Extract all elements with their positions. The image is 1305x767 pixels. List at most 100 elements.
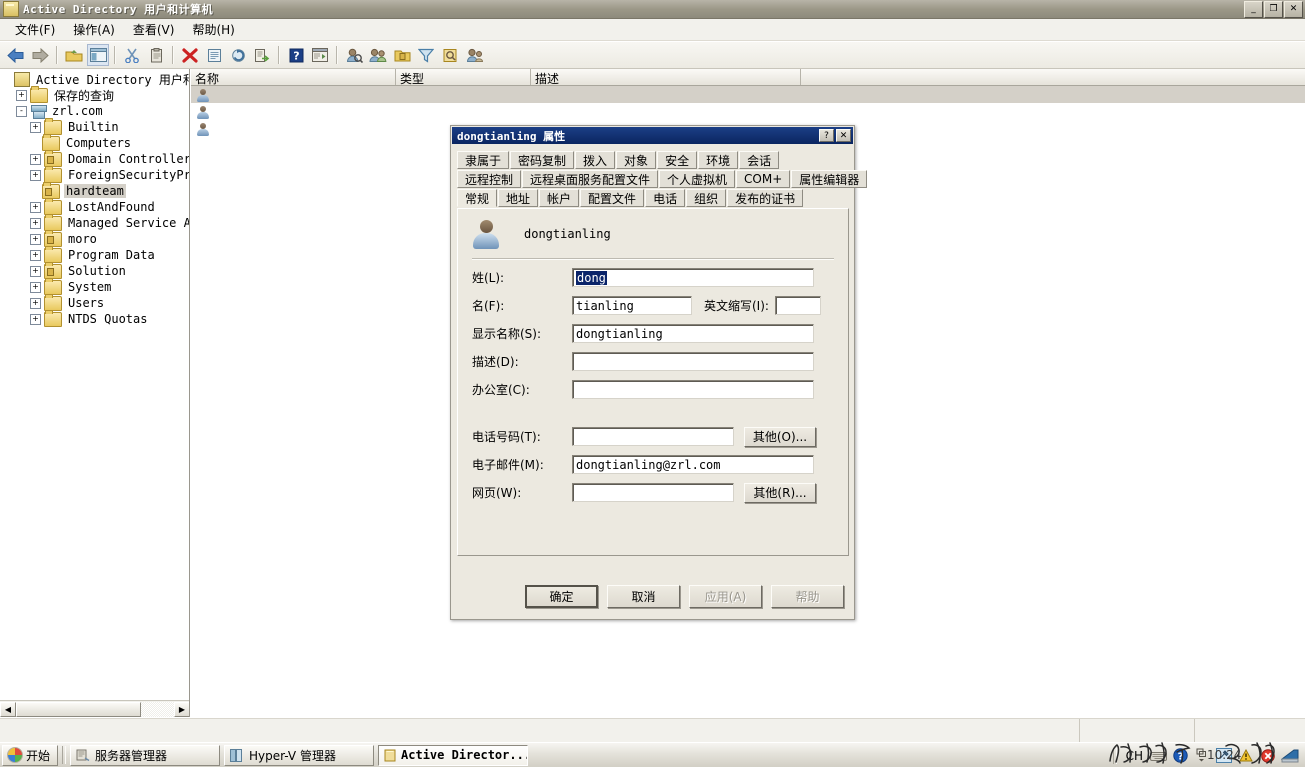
forward-icon[interactable] xyxy=(29,44,51,66)
new-ou-icon[interactable] xyxy=(391,44,413,66)
expand-icon[interactable]: + xyxy=(16,89,27,101)
expand-icon[interactable]: + xyxy=(30,233,41,245)
collapse-icon[interactable]: - xyxy=(16,105,27,117)
tree-node[interactable]: Computers xyxy=(2,133,189,151)
tree-node[interactable]: + LostAndFound xyxy=(2,197,189,215)
expand-icon[interactable]: + xyxy=(30,217,41,229)
tree-node[interactable]: + ForeignSecurityPrincipals xyxy=(2,165,189,183)
tab-rds-profile[interactable]: 远程桌面服务配置文件 xyxy=(522,170,659,188)
telephone-other-button[interactable]: 其他(O)... xyxy=(744,426,816,447)
column-name[interactable]: 名称 xyxy=(191,69,396,85)
export-list-icon[interactable] xyxy=(251,44,273,66)
expand-icon[interactable]: + xyxy=(30,201,41,213)
warning-icon[interactable] xyxy=(1237,747,1255,765)
menu-view[interactable]: 查看(V) xyxy=(124,19,184,40)
refresh-icon[interactable] xyxy=(227,44,249,66)
tree-node[interactable]: hardteam xyxy=(2,181,189,199)
tab-remote-control[interactable]: 远程控制 xyxy=(457,170,522,188)
scroll-left-button[interactable]: ◀ xyxy=(0,701,16,717)
expand-icon[interactable]: + xyxy=(30,281,41,293)
show-hidden-icons-icon[interactable] xyxy=(1193,747,1211,765)
column-description[interactable]: 描述 xyxy=(531,69,801,85)
menu-help[interactable]: 帮助(H) xyxy=(183,19,243,40)
expand-icon[interactable]: + xyxy=(30,249,41,261)
copy-icon[interactable] xyxy=(145,44,167,66)
tab-security[interactable]: 安全 xyxy=(657,151,698,169)
tree-node[interactable]: + 保存的查询 xyxy=(2,85,189,103)
tree-node[interactable]: + NTDS Quotas xyxy=(2,309,189,327)
last-name-input[interactable]: dong xyxy=(572,268,814,287)
tab-attribute-editor[interactable]: 属性编辑器 xyxy=(791,170,868,188)
first-name-input[interactable]: tianling xyxy=(572,296,692,315)
tree-node[interactable]: + Managed Service Accounts xyxy=(2,213,189,231)
table-row[interactable] xyxy=(191,86,1305,103)
expand-icon[interactable]: + xyxy=(30,169,41,181)
tree-node[interactable]: + Builtin xyxy=(2,117,189,135)
help-icon[interactable]: ? xyxy=(1171,747,1189,765)
tree-node[interactable]: + System xyxy=(2,277,189,295)
restore-button[interactable]: ❐ xyxy=(1264,1,1283,18)
action-center-icon[interactable] xyxy=(1281,747,1299,765)
tree-node[interactable]: + Domain Controllers xyxy=(2,149,189,167)
tab-organization[interactable]: 组织 xyxy=(686,189,727,207)
tab-published-certificates[interactable]: 发布的证书 xyxy=(727,189,804,207)
tab-sessions[interactable]: 会话 xyxy=(739,151,780,169)
tab-personal-vm[interactable]: 个人虚拟机 xyxy=(659,170,736,188)
network-config-icon[interactable] xyxy=(1215,747,1233,765)
tree-horizontal-scrollbar[interactable]: ◀ ▶ xyxy=(0,700,189,717)
up-folder-icon[interactable] xyxy=(63,44,85,66)
tab-telephones[interactable]: 电话 xyxy=(645,189,686,207)
web-page-input[interactable] xyxy=(572,483,734,502)
tree-node[interactable]: - zrl.com xyxy=(2,103,189,119)
help-icon[interactable]: ? xyxy=(285,44,307,66)
tree-node[interactable]: + Program Data xyxy=(2,245,189,263)
saved-query-icon[interactable] xyxy=(439,44,461,66)
tree-node[interactable]: + moro xyxy=(2,229,189,247)
expand-icon[interactable]: + xyxy=(30,153,41,165)
tab-account[interactable]: 帐户 xyxy=(539,189,580,207)
tab-profile[interactable]: 配置文件 xyxy=(580,189,645,207)
ime-indicator[interactable]: CH xyxy=(1122,749,1147,763)
ok-button[interactable]: 确定 xyxy=(525,584,598,608)
table-row[interactable] xyxy=(191,103,1305,120)
scroll-thumb[interactable] xyxy=(16,701,141,717)
display-name-input[interactable]: dongtianling xyxy=(572,324,814,343)
tree-node[interactable]: + Users xyxy=(2,293,189,311)
expand-icon[interactable]: + xyxy=(30,313,41,325)
manage-users-icon[interactable] xyxy=(463,44,485,66)
minimize-button[interactable]: _ xyxy=(1244,1,1263,18)
taskbar-item-hyperv-manager[interactable]: Hyper-V 管理器 xyxy=(224,744,375,766)
close-button[interactable]: ✕ xyxy=(1284,1,1303,18)
tab-environment[interactable]: 环境 xyxy=(698,151,739,169)
new-group-icon[interactable] xyxy=(367,44,389,66)
tab-address[interactable]: 地址 xyxy=(498,189,539,207)
console-icon[interactable] xyxy=(309,44,331,66)
tab-object[interactable]: 对象 xyxy=(616,151,657,169)
expand-icon[interactable]: + xyxy=(30,121,41,133)
expand-icon[interactable]: + xyxy=(30,265,41,277)
tree-node[interactable]: Active Directory 用户和计算机 xyxy=(2,71,189,87)
description-input[interactable] xyxy=(572,352,814,371)
error-icon[interactable] xyxy=(1259,747,1277,765)
cancel-button[interactable]: 取消 xyxy=(607,584,680,608)
menu-action[interactable]: 操作(A) xyxy=(64,19,124,40)
telephone-input[interactable] xyxy=(572,427,734,446)
back-icon[interactable] xyxy=(5,44,27,66)
keyboard-icon[interactable] xyxy=(1149,747,1167,765)
taskbar-item-server-manager[interactable]: 服务器管理器 xyxy=(70,744,221,766)
find-user-icon[interactable] xyxy=(343,44,365,66)
start-button[interactable]: 开始 xyxy=(2,744,59,766)
tab-com-plus[interactable]: COM+ xyxy=(736,170,791,188)
dialog-close-button[interactable]: ✕ xyxy=(836,129,851,142)
scroll-right-button[interactable]: ▶ xyxy=(174,701,189,717)
properties-icon[interactable] xyxy=(203,44,225,66)
tab-password-replication[interactable]: 密码复制 xyxy=(510,151,575,169)
column-type[interactable]: 类型 xyxy=(396,69,531,85)
tab-member-of[interactable]: 隶属于 xyxy=(457,151,510,169)
tab-dial-in[interactable]: 拨入 xyxy=(575,151,616,169)
office-input[interactable] xyxy=(572,380,814,399)
dialog-help-button[interactable]: ? xyxy=(819,129,834,142)
email-input[interactable]: dongtianling@zrl.com xyxy=(572,455,814,474)
expand-icon[interactable]: + xyxy=(30,297,41,309)
cut-icon[interactable] xyxy=(121,44,143,66)
